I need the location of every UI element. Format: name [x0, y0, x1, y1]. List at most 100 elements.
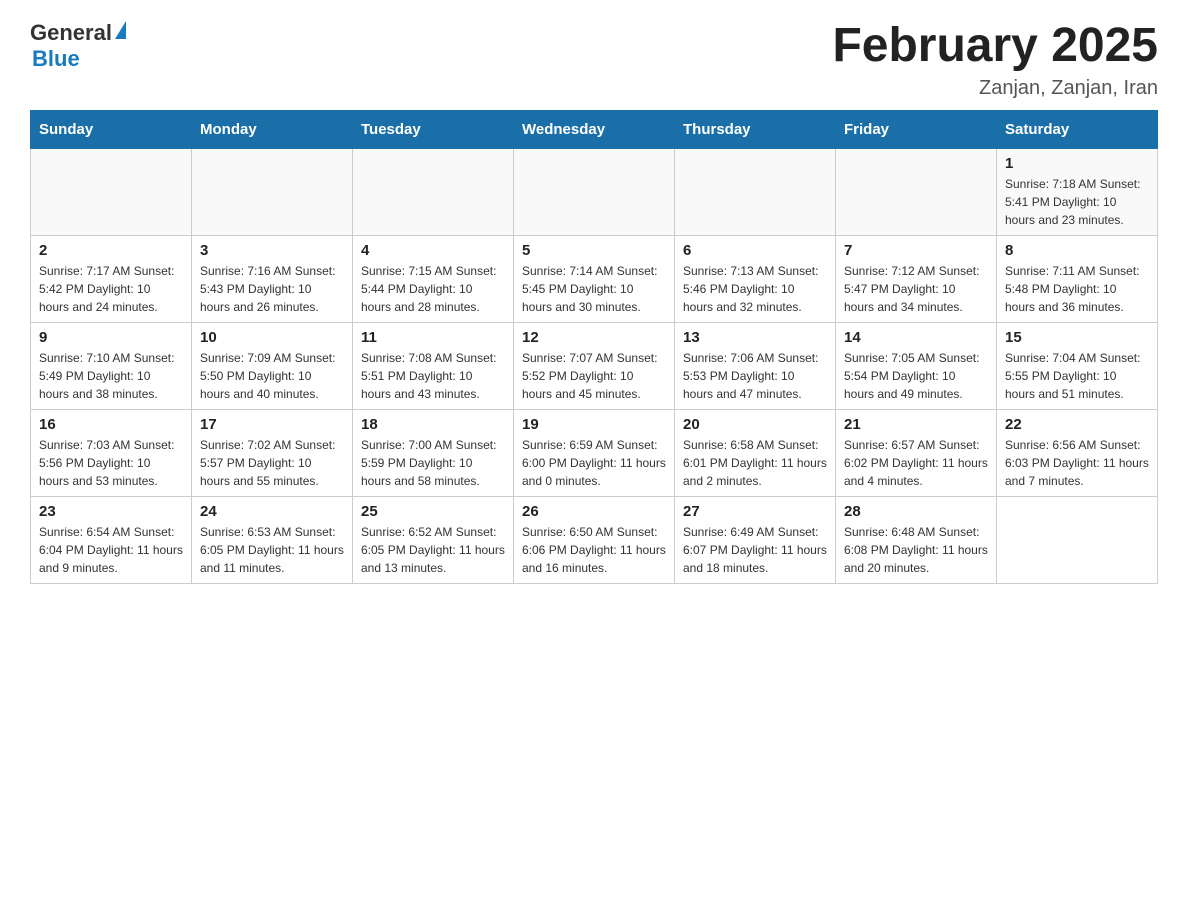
day-info: Sunrise: 6:52 AM Sunset: 6:05 PM Dayligh… [361, 523, 505, 577]
calendar-week-row: 23 Sunrise: 6:54 AM Sunset: 6:04 PM Dayli… [31, 496, 1158, 583]
day-number: 23 [39, 503, 183, 520]
day-number: 27 [683, 503, 827, 520]
day-number: 20 [683, 416, 827, 433]
day-number: 13 [683, 329, 827, 346]
calendar-header-friday: Friday [836, 110, 997, 148]
day-number: 18 [361, 416, 505, 433]
day-number: 7 [844, 242, 988, 259]
day-number: 15 [1005, 329, 1149, 346]
calendar-cell: 27 Sunrise: 6:49 AM Sunset: 6:07 PM Dayli… [675, 496, 836, 583]
calendar-cell [836, 148, 997, 235]
day-info: Sunrise: 7:16 AM Sunset: 5:43 PM Dayligh… [200, 262, 344, 316]
location-text: Zanjan, Zanjan, Iran [832, 77, 1158, 100]
calendar-cell: 17 Sunrise: 7:02 AM Sunset: 5:57 PM Dayli… [192, 409, 353, 496]
calendar-header-tuesday: Tuesday [353, 110, 514, 148]
calendar-cell: 15 Sunrise: 7:04 AM Sunset: 5:55 PM Dayli… [997, 322, 1158, 409]
logo-triangle-icon [115, 21, 126, 39]
calendar-cell: 12Sunrise: 7:07 AM Sunset: 5:52 PM Dayli… [514, 322, 675, 409]
calendar-cell: 19Sunrise: 6:59 AM Sunset: 6:00 PM Dayli… [514, 409, 675, 496]
day-number: 2 [39, 242, 183, 259]
calendar-cell: 7 Sunrise: 7:12 AM Sunset: 5:47 PM Daylig… [836, 235, 997, 322]
day-info: Sunrise: 7:17 AM Sunset: 5:42 PM Dayligh… [39, 262, 183, 316]
day-number: 12 [522, 329, 666, 346]
calendar-cell: 1Sunrise: 7:18 AM Sunset: 5:41 PM Daylig… [997, 148, 1158, 235]
day-number: 6 [683, 242, 827, 259]
day-info: Sunrise: 6:58 AM Sunset: 6:01 PM Dayligh… [683, 436, 827, 490]
calendar-cell: 4 Sunrise: 7:15 AM Sunset: 5:44 PM Daylig… [353, 235, 514, 322]
day-number: 4 [361, 242, 505, 259]
day-number: 11 [361, 329, 505, 346]
day-info: Sunrise: 6:54 AM Sunset: 6:04 PM Dayligh… [39, 523, 183, 577]
calendar-header-monday: Monday [192, 110, 353, 148]
day-number: 28 [844, 503, 988, 520]
calendar-cell: 23 Sunrise: 6:54 AM Sunset: 6:04 PM Dayli… [31, 496, 192, 583]
calendar-header-saturday: Saturday [997, 110, 1158, 148]
calendar-cell: 20 Sunrise: 6:58 AM Sunset: 6:01 PM Dayli… [675, 409, 836, 496]
day-info: Sunrise: 6:49 AM Sunset: 6:07 PM Dayligh… [683, 523, 827, 577]
calendar-cell: 26 Sunrise: 6:50 AM Sunset: 6:06 PM Dayli… [514, 496, 675, 583]
calendar-cell: 10 Sunrise: 7:09 AM Sunset: 5:50 PM Dayli… [192, 322, 353, 409]
day-number: 25 [361, 503, 505, 520]
calendar-cell: 5 Sunrise: 7:14 AM Sunset: 5:45 PM Daylig… [514, 235, 675, 322]
day-number: 1 [1005, 155, 1149, 172]
page-header: General Blue February 2025 Zanjan, Zanja… [30, 20, 1158, 100]
day-info: Sunrise: 7:06 AM Sunset: 5:53 PM Dayligh… [683, 349, 827, 403]
calendar-week-row: 16 Sunrise: 7:03 AM Sunset: 5:56 PM Dayli… [31, 409, 1158, 496]
calendar-cell: 24 Sunrise: 6:53 AM Sunset: 6:05 PM Dayli… [192, 496, 353, 583]
day-info: Sunrise: 6:48 AM Sunset: 6:08 PM Dayligh… [844, 523, 988, 577]
logo: General Blue [30, 20, 126, 72]
calendar-table: SundayMondayTuesdayWednesdayThursdayFrid… [30, 110, 1158, 584]
calendar-cell: 21 Sunrise: 6:57 AM Sunset: 6:02 PM Dayli… [836, 409, 997, 496]
day-info: Sunrise: 7:00 AM Sunset: 5:59 PM Dayligh… [361, 436, 505, 490]
day-info: Sunrise: 7:04 AM Sunset: 5:55 PM Dayligh… [1005, 349, 1149, 403]
calendar-cell: 16 Sunrise: 7:03 AM Sunset: 5:56 PM Dayli… [31, 409, 192, 496]
calendar-cell [997, 496, 1158, 583]
day-number: 14 [844, 329, 988, 346]
calendar-header-wednesday: Wednesday [514, 110, 675, 148]
day-number: 3 [200, 242, 344, 259]
calendar-header-sunday: Sunday [31, 110, 192, 148]
day-number: 19 [522, 416, 666, 433]
day-number: 5 [522, 242, 666, 259]
day-info: Sunrise: 6:53 AM Sunset: 6:05 PM Dayligh… [200, 523, 344, 577]
calendar-cell: 22Sunrise: 6:56 AM Sunset: 6:03 PM Dayli… [997, 409, 1158, 496]
calendar-cell [514, 148, 675, 235]
calendar-header-row: SundayMondayTuesdayWednesdayThursdayFrid… [31, 110, 1158, 148]
month-title: February 2025 [832, 20, 1158, 73]
day-number: 21 [844, 416, 988, 433]
calendar-cell: 9Sunrise: 7:10 AM Sunset: 5:49 PM Daylig… [31, 322, 192, 409]
calendar-cell: 13 Sunrise: 7:06 AM Sunset: 5:53 PM Dayli… [675, 322, 836, 409]
title-section: February 2025 Zanjan, Zanjan, Iran [832, 20, 1158, 100]
day-number: 26 [522, 503, 666, 520]
day-info: Sunrise: 6:50 AM Sunset: 6:06 PM Dayligh… [522, 523, 666, 577]
day-number: 16 [39, 416, 183, 433]
calendar-cell [31, 148, 192, 235]
day-info: Sunrise: 7:09 AM Sunset: 5:50 PM Dayligh… [200, 349, 344, 403]
day-number: 9 [39, 329, 183, 346]
calendar-cell [675, 148, 836, 235]
day-number: 17 [200, 416, 344, 433]
day-info: Sunrise: 7:08 AM Sunset: 5:51 PM Dayligh… [361, 349, 505, 403]
logo-general-text: General [30, 20, 112, 46]
day-number: 24 [200, 503, 344, 520]
day-info: Sunrise: 7:03 AM Sunset: 5:56 PM Dayligh… [39, 436, 183, 490]
calendar-header-thursday: Thursday [675, 110, 836, 148]
day-info: Sunrise: 7:11 AM Sunset: 5:48 PM Dayligh… [1005, 262, 1149, 316]
day-info: Sunrise: 7:15 AM Sunset: 5:44 PM Dayligh… [361, 262, 505, 316]
day-info: Sunrise: 7:05 AM Sunset: 5:54 PM Dayligh… [844, 349, 988, 403]
calendar-week-row: 9Sunrise: 7:10 AM Sunset: 5:49 PM Daylig… [31, 322, 1158, 409]
day-info: Sunrise: 7:02 AM Sunset: 5:57 PM Dayligh… [200, 436, 344, 490]
calendar-cell: 3 Sunrise: 7:16 AM Sunset: 5:43 PM Daylig… [192, 235, 353, 322]
day-info: Sunrise: 6:57 AM Sunset: 6:02 PM Dayligh… [844, 436, 988, 490]
day-info: Sunrise: 7:13 AM Sunset: 5:46 PM Dayligh… [683, 262, 827, 316]
day-info: Sunrise: 7:12 AM Sunset: 5:47 PM Dayligh… [844, 262, 988, 316]
calendar-cell: 14 Sunrise: 7:05 AM Sunset: 5:54 PM Dayli… [836, 322, 997, 409]
calendar-cell: 6 Sunrise: 7:13 AM Sunset: 5:46 PM Daylig… [675, 235, 836, 322]
logo-blue-text: Blue [32, 46, 80, 72]
calendar-cell [192, 148, 353, 235]
calendar-week-row: 2 Sunrise: 7:17 AM Sunset: 5:42 PM Daylig… [31, 235, 1158, 322]
day-info: Sunrise: 7:14 AM Sunset: 5:45 PM Dayligh… [522, 262, 666, 316]
calendar-cell: 11 Sunrise: 7:08 AM Sunset: 5:51 PM Dayli… [353, 322, 514, 409]
day-number: 8 [1005, 242, 1149, 259]
day-number: 10 [200, 329, 344, 346]
